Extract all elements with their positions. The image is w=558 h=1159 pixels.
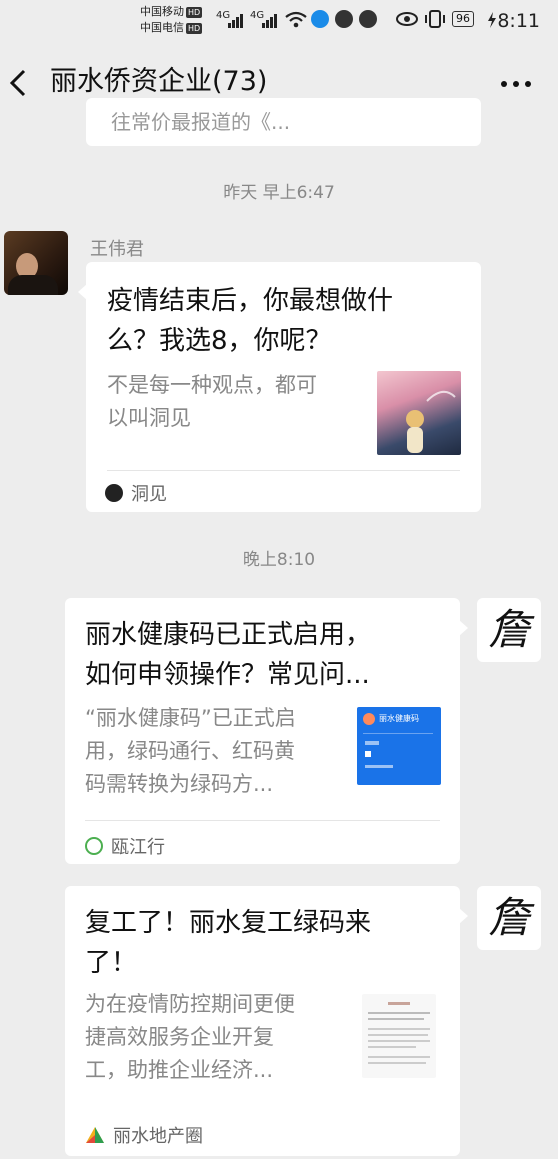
previous-message-card[interactable]: 往常价最报道的《... [86, 98, 481, 146]
app-notification-icon-1 [311, 10, 329, 28]
my-avatar[interactable]: 詹 [477, 886, 541, 950]
card-title-line-2: 么？我选8，你呢？ [107, 326, 332, 356]
article-source-3: 丽水地产圈 [85, 1122, 203, 1148]
source-name: 洞见 [131, 484, 167, 505]
clock: 8:11 [497, 10, 540, 32]
card-desc-line-2: 捷高效服务企业开复 [85, 1025, 274, 1049]
source-logo-icon [86, 1127, 104, 1143]
timestamp-separator: 晚上8:10 [242, 550, 316, 570]
article-source-1: 洞见 [105, 480, 167, 506]
thumbnail-label: 丽水健康码 [379, 714, 419, 723]
previous-card-text: 往常价最报道的《... [111, 110, 291, 134]
vibrate-icon [425, 10, 445, 28]
eye-icon [396, 12, 418, 26]
chat-title: 丽水侨资企业(73) [50, 66, 268, 97]
carrier-info: 中国移动 HD 中国电信 HD [140, 4, 203, 36]
card-desc-line-1: “丽水健康码”已正式启 [85, 706, 296, 730]
more-options-button[interactable] [500, 80, 532, 88]
article-card-2[interactable]: 丽水健康码已正式启用， 如何申领操作？常见问... “丽水健康码”已正式启 用，… [65, 598, 468, 864]
hd-badge-2: HD [186, 23, 203, 34]
card-title-line-2: 了！ [85, 948, 138, 978]
chat-notification-icon [359, 10, 377, 28]
signal-icon-1 [228, 14, 243, 28]
my-avatar[interactable]: 詹 [477, 598, 541, 662]
back-button[interactable] [8, 68, 28, 98]
battery-indicator: 96 [452, 11, 474, 27]
article-thumbnail-3 [362, 994, 436, 1078]
hd-badge-1: HD [186, 7, 203, 18]
card-title-line-1: 复工了！丽水复工绿码来 [85, 908, 372, 938]
status-bar: 中国移动 HD 中国电信 HD 4G 4G 96 8:11 [0, 0, 558, 40]
timestamp-separator: 昨天 早上6:47 [223, 183, 335, 203]
article-card-3[interactable]: 复工了！丽水复工绿码来 了！ 为在疫情防控期间更便 捷高效服务企业开复 工，助推… [65, 886, 468, 1156]
avatar-glyph: 詹 [487, 605, 530, 654]
article-thumbnail-2: 丽水健康码 [357, 707, 441, 785]
card-desc-line-3: 码需转换为绿码方... [85, 772, 274, 796]
source-logo-icon [105, 484, 123, 502]
signal-icon-2 [262, 14, 277, 28]
article-source-2: 瓯江行 [85, 833, 165, 859]
source-name: 丽水地产圈 [113, 1126, 203, 1147]
avatar-glyph: 詹 [487, 893, 530, 942]
card-desc-line-2: 以叫洞见 [107, 406, 191, 430]
source-name: 瓯江行 [111, 837, 165, 858]
source-logo-icon [85, 837, 103, 855]
charging-icon [488, 12, 496, 28]
card-title-line-1: 丽水健康码已正式启用， [85, 620, 372, 650]
article-card-1[interactable]: 疫情结束后，你最想做什 么？我选8，你呢？ 不是每一种观点，都可 以叫洞见 洞见 [78, 262, 481, 512]
carrier-2: 中国电信 [140, 21, 184, 34]
card-title-line-1: 疫情结束后，你最想做什 [107, 286, 394, 316]
sender-name: 王伟君 [90, 239, 144, 260]
article-thumbnail-1 [377, 371, 461, 455]
card-desc-line-3: 工，助推企业经济... [85, 1058, 274, 1082]
sender-avatar[interactable] [4, 231, 68, 295]
card-desc-line-1: 为在疫情防控期间更便 [85, 992, 295, 1016]
carrier-1: 中国移动 [140, 5, 184, 18]
wifi-icon [285, 11, 307, 28]
card-desc-line-1: 不是每一种观点，都可 [107, 373, 317, 397]
card-title-line-2: 如何申领操作？常见问... [85, 660, 370, 690]
card-desc-line-2: 用，绿码通行、红码黄 [85, 739, 295, 763]
app-notification-icon-2 [335, 10, 353, 28]
